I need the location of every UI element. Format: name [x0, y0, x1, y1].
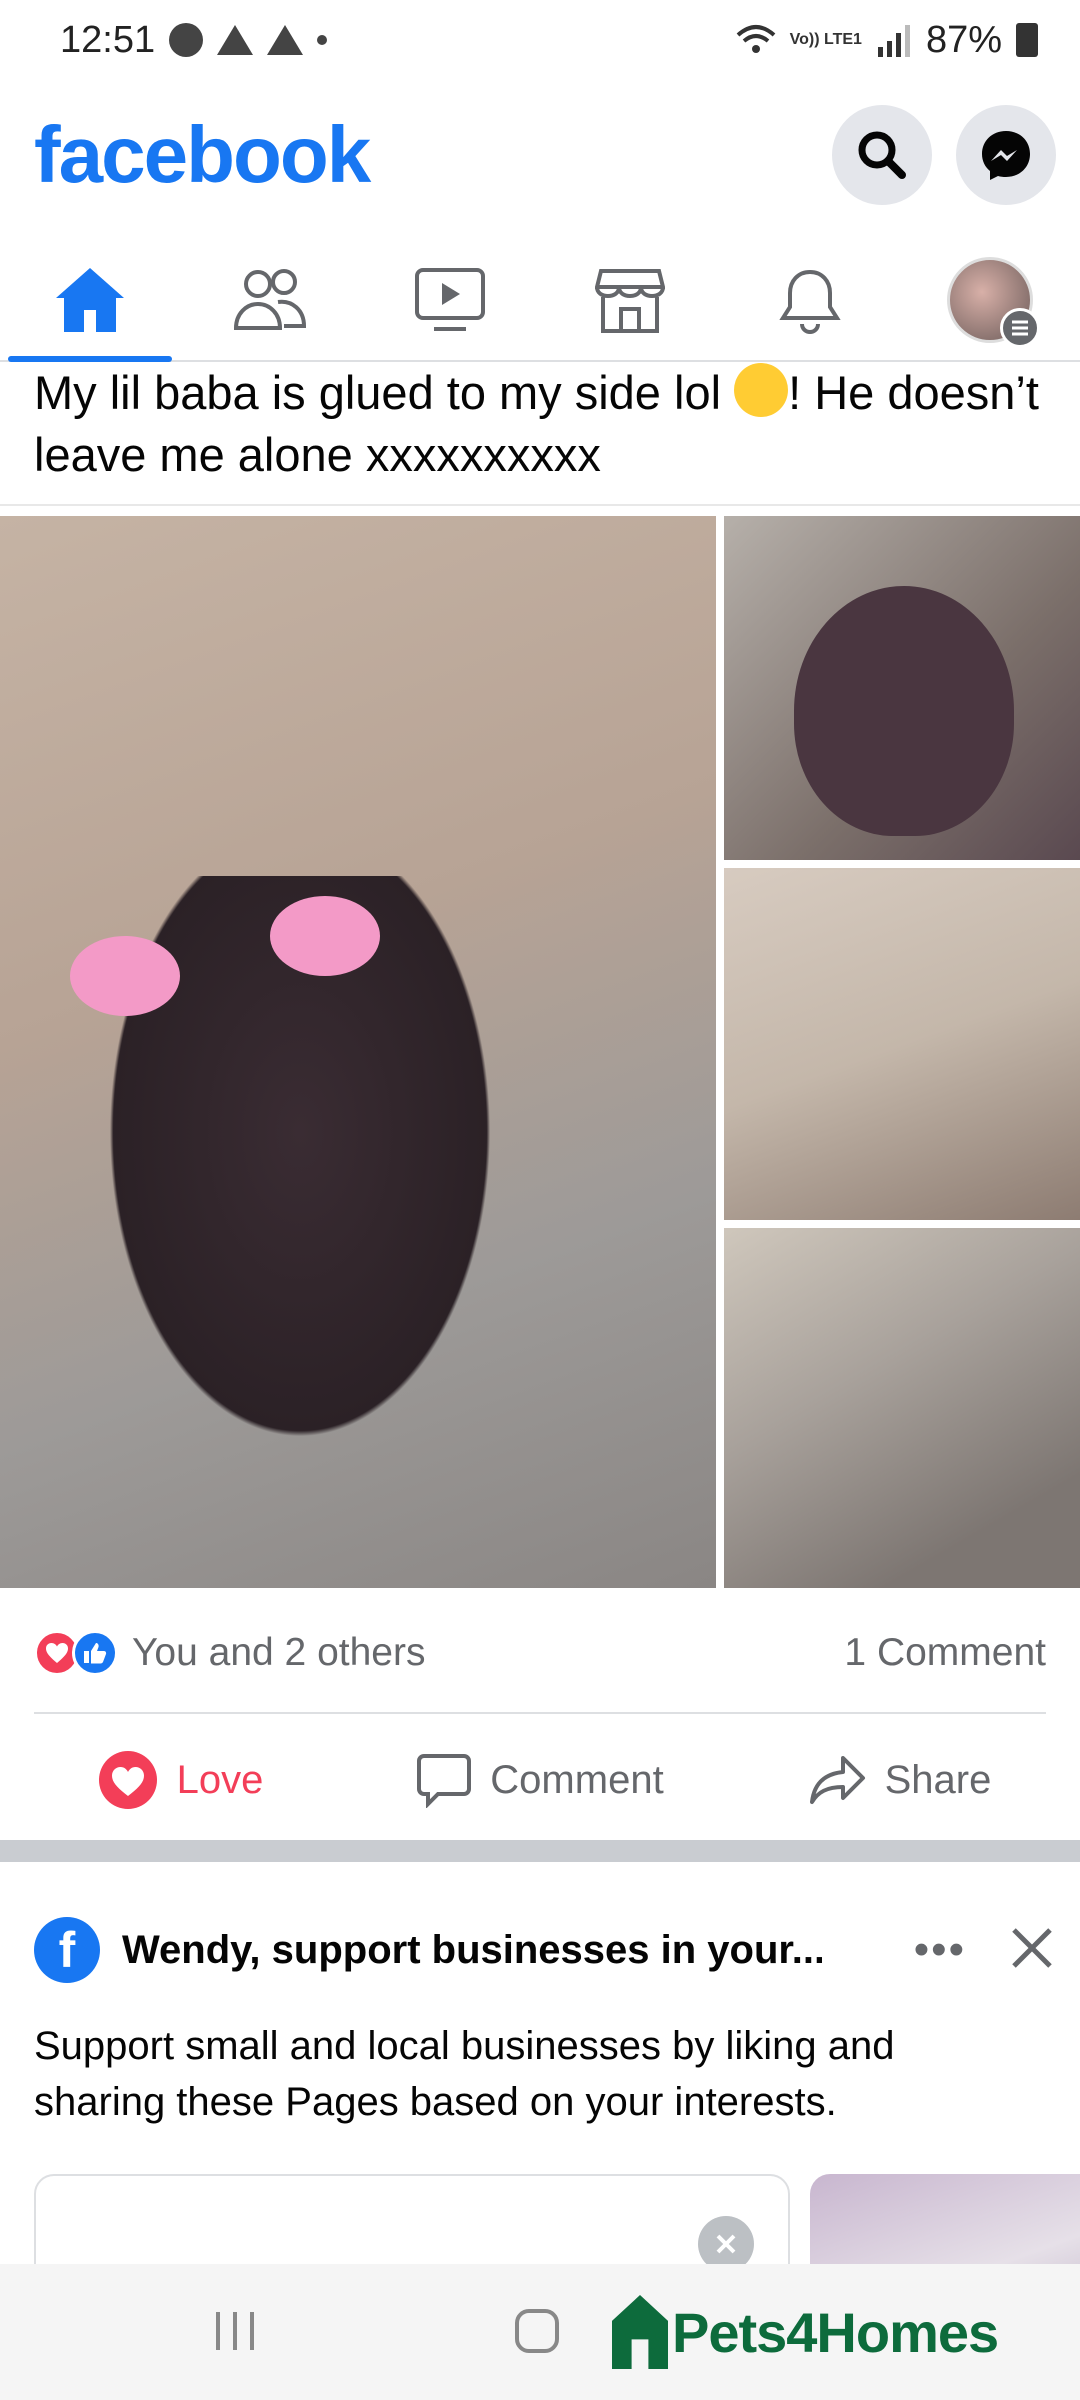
battery-percent: 87% [925, 18, 1002, 61]
reaction-icons [34, 1630, 118, 1676]
reactions-summary[interactable]: You and 2 others [34, 1630, 425, 1676]
facebook-icon: f [34, 1917, 100, 1983]
comment-button[interactable]: Comment [360, 1730, 720, 1830]
friends-icon [233, 269, 307, 330]
post-photo-4[interactable] [724, 1228, 1080, 1588]
network-label: Vo)) LTE1 [789, 31, 862, 48]
pets4homes-watermark: Pets4Homes [612, 2284, 999, 2380]
battery-icon [1016, 23, 1038, 57]
love-label: Love [176, 1757, 264, 1802]
suggestion-header: f Wendy, support businesses in your... •… [34, 1910, 1054, 1990]
tab-marketplace[interactable] [540, 240, 720, 360]
watermark-text: Pets4Homes [672, 2300, 999, 2364]
wifi-icon [736, 25, 775, 53]
home-nav-icon[interactable] [512, 2306, 562, 2356]
post-text: My lil baba is glued to my side lol ! He… [34, 362, 1054, 486]
butterfly-filter [70, 936, 180, 1016]
share-icon [809, 1756, 865, 1804]
reactions-row: You and 2 others 1 Comment [34, 1618, 1046, 1688]
laughing-emoji-icon [734, 363, 789, 417]
header-actions [832, 105, 1056, 205]
close-icon[interactable] [1010, 1926, 1054, 1975]
divider [0, 504, 1080, 506]
status-left: 12:51 [60, 18, 328, 62]
tab-notifications[interactable] [720, 240, 900, 360]
close-icon [716, 2234, 736, 2254]
status-time: 12:51 [60, 18, 156, 61]
love-icon [98, 1751, 157, 1809]
facebook-logo[interactable]: facebook [34, 109, 371, 201]
app-header: facebook [0, 90, 1080, 220]
messenger-button[interactable] [956, 105, 1056, 205]
butterfly-filter [270, 896, 380, 976]
search-icon [858, 131, 906, 179]
puppy-image [794, 586, 1014, 836]
recent-apps-icon[interactable] [210, 2306, 260, 2354]
like-reaction-icon [72, 1630, 118, 1676]
notification-icon [217, 25, 254, 55]
tab-menu[interactable] [900, 240, 1080, 360]
share-label: Share [884, 1757, 992, 1802]
post-photo-3[interactable] [724, 868, 1080, 1220]
tab-friends[interactable] [180, 240, 360, 360]
bell-icon [779, 269, 841, 334]
post-photo-main[interactable] [0, 516, 716, 1588]
signal-icon [877, 25, 910, 57]
post-actions: Love Comment Share [0, 1730, 1080, 1830]
more-options-icon[interactable]: ••• [914, 1925, 966, 1975]
watch-icon [415, 268, 485, 331]
notification-icon [267, 25, 304, 55]
marketplace-icon [595, 269, 665, 333]
comment-icon [417, 1754, 472, 1808]
suggestion-title: Wendy, support businesses in your... [122, 1927, 822, 1972]
reactions-count: You and 2 others [132, 1631, 426, 1674]
post-photo-2[interactable] [724, 516, 1080, 860]
comment-label: Comment [490, 1757, 664, 1802]
share-button[interactable]: Share [720, 1730, 1080, 1830]
search-button[interactable] [832, 105, 932, 205]
comment-count[interactable]: 1 Comment [844, 1631, 1046, 1675]
status-right: Vo)) LTE1 87% [736, 19, 1038, 62]
tab-home[interactable] [0, 240, 180, 362]
tab-watch[interactable] [360, 240, 540, 360]
more-notifications-dot [317, 35, 328, 45]
feed-separator [0, 1840, 1080, 1862]
house-logo-icon [612, 2295, 668, 2369]
menu-icon [1000, 308, 1040, 348]
love-button[interactable]: Love [0, 1730, 360, 1830]
divider [34, 1712, 1046, 1714]
main-nav [0, 240, 1080, 362]
post-text-part1: My lil baba is glued to my side lol [34, 366, 735, 419]
profile-avatar [947, 257, 1040, 348]
status-bar: 12:51 Vo)) LTE1 87% [0, 0, 1080, 80]
notification-icon [169, 23, 204, 57]
home-icon [56, 268, 124, 332]
suggestion-body: Support small and local businesses by li… [34, 2024, 895, 2124]
messenger-icon [982, 131, 1030, 180]
